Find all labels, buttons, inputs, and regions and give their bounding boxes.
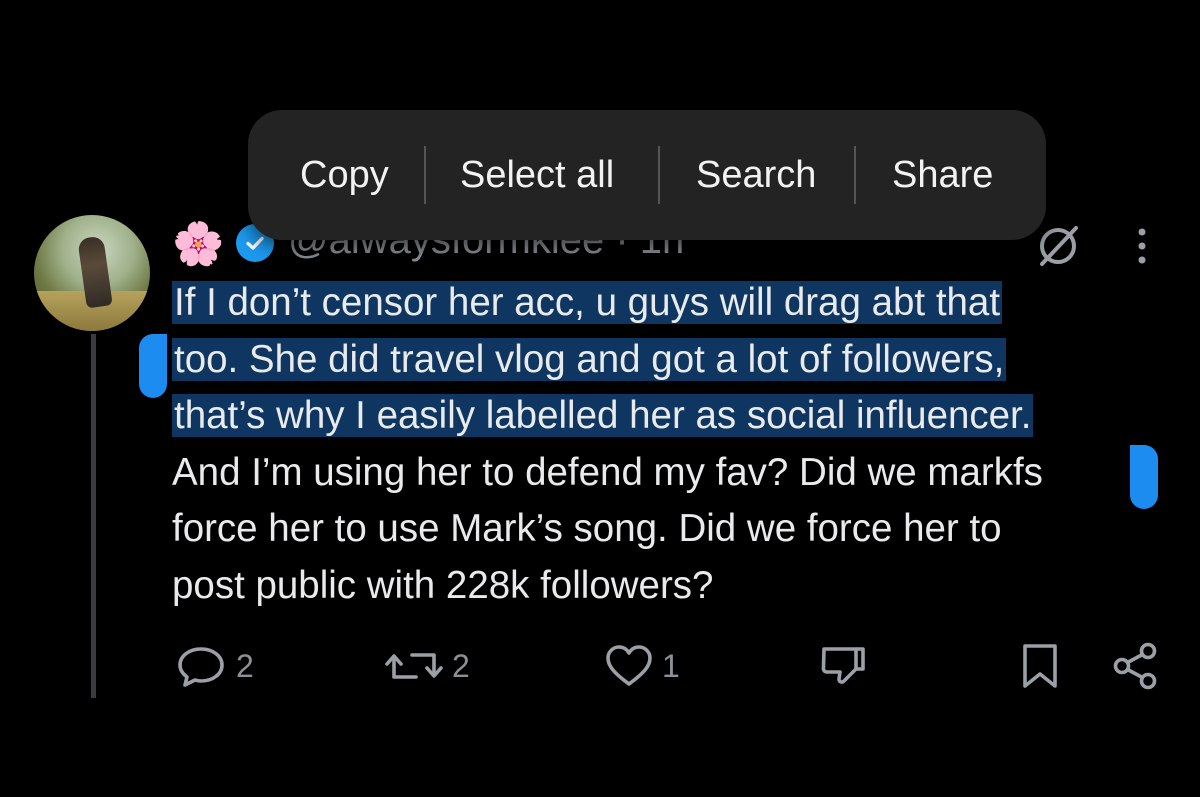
selection-end-handle[interactable]: [1130, 445, 1158, 509]
menu-divider: [658, 146, 660, 204]
tweet-actions: 2 2 1: [170, 636, 1170, 696]
selection-start-handle[interactable]: [139, 334, 167, 398]
like-count: 1: [662, 647, 680, 684]
selected-text[interactable]: too. She did travel vlog and got a lot o…: [172, 337, 1007, 381]
tweet-line: And I’m using her to defend my fav? Did …: [172, 450, 1043, 494]
selected-text[interactable]: that’s why I easily labelled her as soci…: [172, 394, 1034, 437]
tweet-line: If I don’t censor her acc, u guys will d…: [172, 275, 1172, 332]
select-all-button[interactable]: Select all: [460, 154, 614, 197]
screen: 🌸 @alwaysformklee · 1h If I don’t censor…: [0, 0, 1200, 797]
tweet-line: too. She did travel vlog and got a lot o…: [172, 332, 1172, 389]
tweet-line: that’s why I easily labelled her as soci…: [172, 388, 1172, 445]
flower-emoji: 🌸: [172, 220, 225, 267]
avatar[interactable]: [34, 215, 150, 331]
share-button[interactable]: [1110, 636, 1160, 696]
copy-button[interactable]: Copy: [300, 154, 389, 197]
text-selection-menu: Copy Select all Search Share: [248, 110, 1046, 240]
selected-text[interactable]: If I don’t censor her acc, u guys will d…: [172, 281, 1003, 324]
repost-button[interactable]: 2: [384, 636, 470, 696]
thread-line: [91, 334, 96, 698]
tweet-text[interactable]: If I don’t censor her acc, u guys will d…: [172, 275, 1172, 614]
grok-icon[interactable]: [1034, 222, 1082, 270]
heart-icon: [606, 645, 652, 686]
search-button[interactable]: Search: [696, 154, 816, 197]
share-text-button[interactable]: Share: [892, 154, 993, 197]
reply-button[interactable]: 2: [174, 636, 254, 696]
repost-icon: [385, 653, 443, 679]
tweet-line: force her to use Mark’s song. Did we for…: [172, 507, 1002, 550]
reply-count: 2: [236, 647, 254, 684]
menu-divider: [854, 146, 856, 204]
repost-count: 2: [452, 647, 470, 684]
bookmark-button[interactable]: [1020, 636, 1060, 696]
reply-icon: [178, 647, 224, 687]
tweet-line: post public with 228k followers?: [172, 563, 714, 607]
more-vertical-icon[interactable]: [1130, 224, 1154, 268]
thumbs-down-icon: [821, 647, 865, 684]
bookmark-icon: [1023, 644, 1057, 688]
share-icon: [1113, 642, 1157, 690]
menu-divider: [424, 146, 426, 204]
dislike-button[interactable]: [818, 636, 868, 696]
like-button[interactable]: 1: [604, 636, 680, 696]
